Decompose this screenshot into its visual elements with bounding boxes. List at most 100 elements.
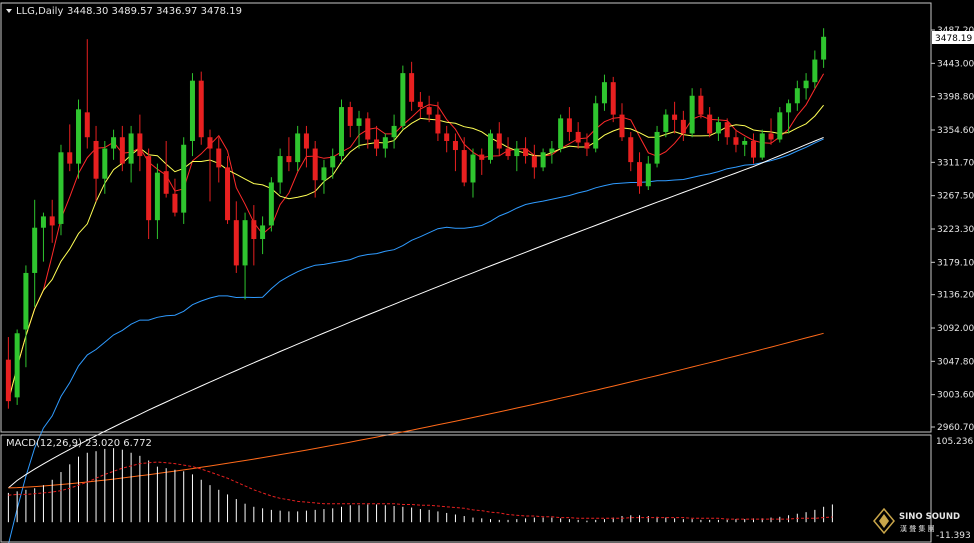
candle-body <box>365 118 371 140</box>
candle-body <box>119 137 125 164</box>
candle-body <box>181 144 187 213</box>
candle-body <box>654 131 660 164</box>
candle-body <box>49 216 55 226</box>
candle-body <box>619 114 625 138</box>
candle-body <box>330 156 336 168</box>
candle-body <box>67 152 73 164</box>
candle-body <box>382 137 388 149</box>
candle-body <box>680 119 686 134</box>
candle-body <box>84 112 90 138</box>
candle-body <box>435 114 441 134</box>
candle-body <box>198 80 204 138</box>
macd-axis-top: 105.236 <box>936 437 973 447</box>
candle-body <box>575 131 581 143</box>
candle-body <box>303 133 309 149</box>
candle-body <box>549 148 555 153</box>
candle-body <box>601 82 607 104</box>
candle-body <box>426 107 432 115</box>
candle-body <box>742 140 748 145</box>
candle-body <box>733 137 739 145</box>
watermark-subtitle: 漢 聲 集 團 <box>900 524 935 533</box>
chart-background <box>0 0 974 543</box>
candle-body <box>93 140 99 179</box>
candle-body <box>777 112 783 140</box>
candle-body <box>724 122 730 138</box>
candle-body <box>277 156 283 183</box>
current-price-tag: 3478.19 <box>932 31 974 44</box>
candle-body <box>610 82 616 115</box>
candle-body <box>417 101 423 108</box>
candle-body <box>172 193 178 213</box>
candle-body <box>312 148 318 181</box>
candle-body <box>523 148 529 157</box>
price-tick-label: 3267.50 <box>937 192 974 202</box>
candle-body <box>58 152 64 224</box>
candle-body <box>672 114 678 120</box>
candle-body <box>321 167 327 181</box>
candle-body <box>768 133 774 140</box>
price-tick-label: 3354.60 <box>937 126 974 136</box>
price-tick-label: 3136.20 <box>937 291 974 301</box>
candle-body <box>514 148 520 157</box>
candle-body <box>225 167 231 221</box>
candle-body <box>645 163 651 187</box>
candle-body <box>470 154 476 183</box>
ohlc-values: 3448.30 3489.57 3436.97 3478.19 <box>67 6 242 17</box>
candle-body <box>14 333 20 398</box>
candle-body <box>566 118 572 132</box>
watermark-brand: SINO SOUND <box>899 512 960 522</box>
macd-label: MACD(12,26,9) 23.020 6.772 <box>6 438 152 449</box>
candle-body <box>295 133 301 163</box>
candle-body <box>5 359 11 402</box>
candle-body <box>444 133 450 141</box>
candle-body <box>216 148 222 168</box>
candle-body <box>698 95 704 115</box>
candle-body <box>260 225 266 240</box>
candle-body <box>540 152 546 168</box>
candle-body <box>137 133 143 157</box>
price-tick-label: 3311.70 <box>937 158 974 168</box>
candle-body <box>23 272 29 330</box>
price-tick-label: 2960.70 <box>937 423 974 433</box>
candle-body <box>479 154 485 160</box>
candle-body <box>505 148 511 157</box>
candle-body <box>32 227 38 273</box>
candle-body <box>461 150 467 183</box>
candle-body <box>558 118 564 149</box>
candle-body <box>391 125 397 138</box>
candle-body <box>689 95 695 134</box>
price-tick-label: 3092.00 <box>937 324 974 334</box>
candle-body <box>750 140 756 158</box>
candle-body <box>374 139 380 149</box>
current-price-label: 3478.19 <box>935 34 972 44</box>
candle-body <box>146 156 152 221</box>
candle-body <box>128 133 134 164</box>
candle-body <box>40 216 46 228</box>
candle-body <box>628 137 634 163</box>
candle-body <box>102 148 108 179</box>
symbol-label: LLG,Daily <box>16 6 63 17</box>
candle-body <box>786 103 792 113</box>
candle-body <box>759 133 765 158</box>
candle-body <box>356 118 362 126</box>
candle-body <box>496 133 502 149</box>
candle-body <box>812 59 818 83</box>
candle-body <box>663 114 669 132</box>
candle-body <box>593 103 599 149</box>
candle-body <box>821 36 827 60</box>
candle-body <box>163 171 169 194</box>
trading-chart[interactable]: 3487.203443.003398.803354.603311.703267.… <box>0 0 974 543</box>
candle-body <box>154 172 160 221</box>
chart-header: LLG,Daily 3448.30 3489.57 3436.97 3478.1… <box>6 6 242 17</box>
watermark-logo: SINO SOUND 漢 聲 集 團 <box>873 507 960 535</box>
candle-body <box>707 114 713 134</box>
candle-body <box>242 220 248 266</box>
candle-body <box>584 142 590 149</box>
candle-body <box>452 140 458 151</box>
candle-body <box>794 88 800 104</box>
sinosound-logo-icon <box>873 507 895 535</box>
candle-body <box>233 220 239 266</box>
candle-body <box>409 73 415 102</box>
candle-body <box>488 133 494 160</box>
candle-body <box>715 122 721 134</box>
